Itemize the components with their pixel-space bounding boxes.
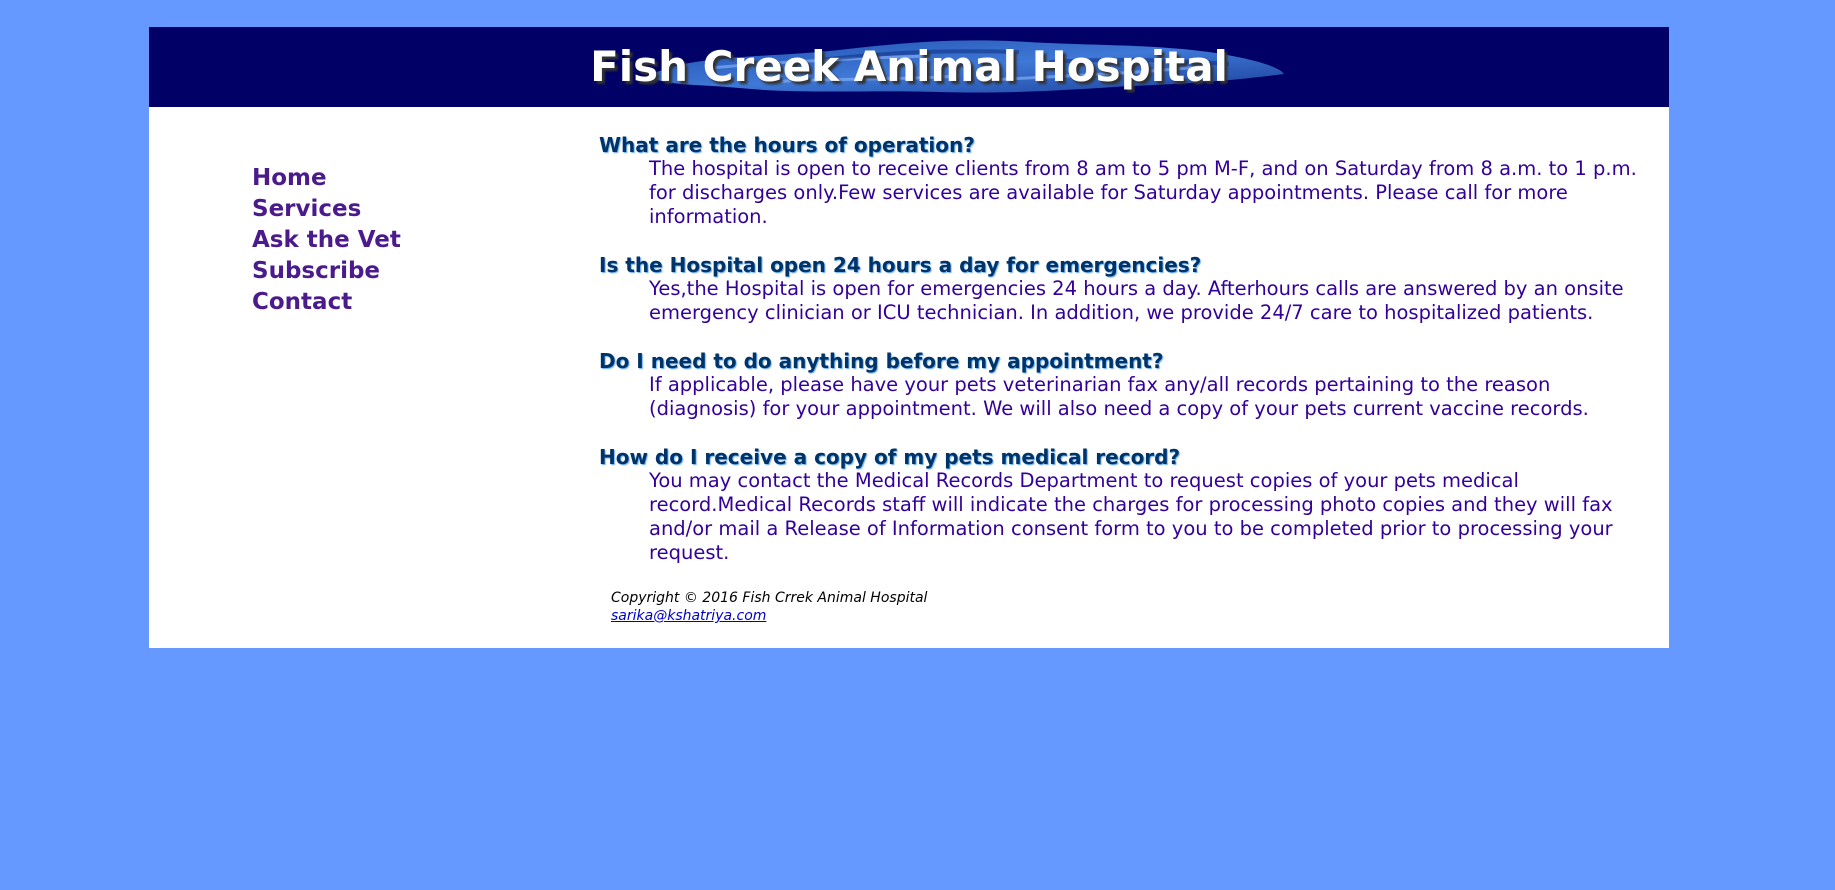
faq-answer: If applicable, please have your pets vet… [649,373,1589,420]
faq-question: Is the Hospital open 24 hours a day for … [599,253,1202,277]
nav-link-subscribe[interactable]: Subscribe [252,258,380,284]
nav-item-services: Services [252,194,401,225]
faq-answer: You may contact the Medical Records Depa… [649,469,1613,564]
faq-question: How do I receive a copy of my pets medic… [599,445,1181,469]
email-link[interactable]: sarika@kshatriya.com [611,608,766,624]
page-wrapper: Fish Creek Animal Hospital Home Services… [149,27,1669,648]
site-title: Fish Creek Animal Hospital [590,42,1228,91]
nav-link-services[interactable]: Services [252,196,361,222]
main-navigation: Home Services Ask the Vet Subscribe Cont… [252,163,401,318]
nav-item-home: Home [252,163,401,194]
faq-question: What are the hours of operation? [599,133,975,157]
site-header: Fish Creek Animal Hospital [149,27,1669,107]
nav-link-ask-the-vet[interactable]: Ask the Vet [252,227,401,253]
faq-list: What are the hours of operation? The hos… [599,133,1659,565]
nav-item-ask-the-vet: Ask the Vet [252,225,401,256]
faq-question: Do I need to do anything before my appoi… [599,349,1164,373]
nav-item-subscribe: Subscribe [252,256,401,287]
copyright-text: Copyright © 2016 Fish Crrek Animal Hospi… [611,590,928,606]
site-footer: Copyright © 2016 Fish Crrek Animal Hospi… [611,589,927,625]
faq-answer: The hospital is open to receive clients … [649,157,1637,228]
faq-answer: Yes,the Hospital is open for emergencies… [649,277,1624,324]
nav-link-home[interactable]: Home [252,165,327,191]
nav-link-contact[interactable]: Contact [252,289,352,315]
main-content: What are the hours of operation? The hos… [599,133,1659,589]
nav-item-contact: Contact [252,287,401,318]
